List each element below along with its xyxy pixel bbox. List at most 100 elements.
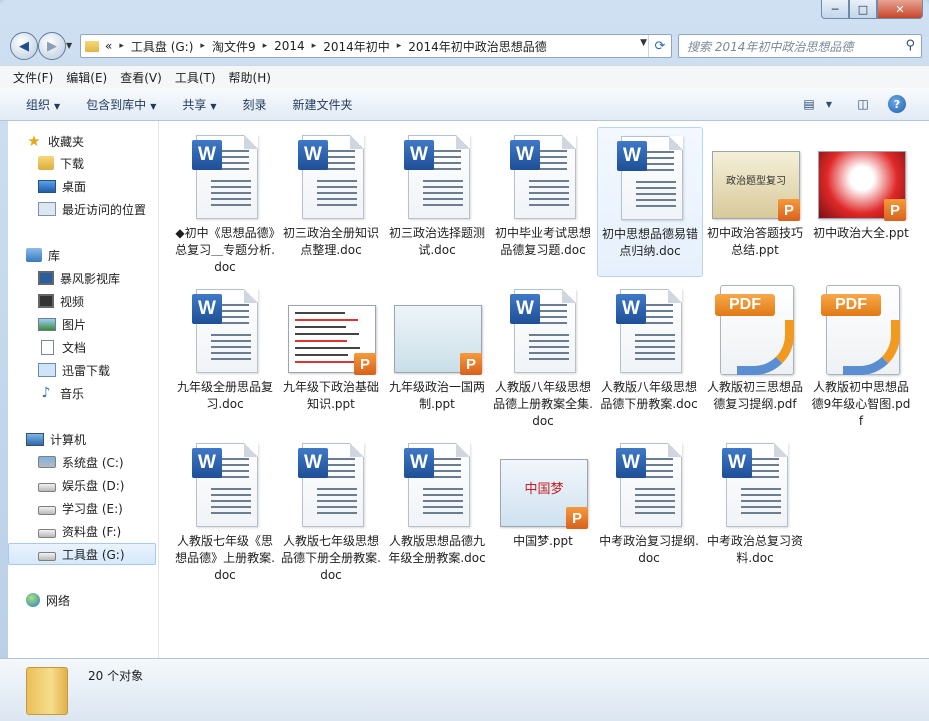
breadcrumb-separator[interactable]: ▸ xyxy=(263,41,268,51)
drive-icon xyxy=(38,482,56,492)
download-library-icon xyxy=(38,363,56,377)
file-item[interactable]: W 中考政治总复习资料.doc xyxy=(703,435,807,583)
network-icon xyxy=(26,593,40,607)
close-button[interactable]: ✕ xyxy=(877,0,923,19)
preview-pane-icon[interactable]: ◫ xyxy=(852,94,874,114)
file-name: 九年级全册思品复习.doc xyxy=(176,380,273,411)
forward-button[interactable]: ▶ xyxy=(38,32,66,60)
include-library-label: 包含到库中 xyxy=(86,97,147,112)
slide-title: 中国梦 xyxy=(524,482,564,497)
file-item[interactable]: P 九年级下政治基础知识.ppt xyxy=(279,281,383,429)
doc-file-icon: W xyxy=(286,131,376,221)
breadcrumb-overflow[interactable]: « xyxy=(105,39,112,53)
file-item[interactable]: W ◆初中《思想品德》总复习＿专题分析.doc xyxy=(173,127,277,275)
file-name: 九年级政治一国两制.ppt xyxy=(388,380,485,411)
powerpoint-badge-icon: P xyxy=(884,199,906,221)
minimize-button[interactable]: ─ xyxy=(821,0,849,19)
file-item[interactable]: W 九年级全册思品复习.doc xyxy=(173,281,277,429)
menu-edit[interactable]: 编辑(E) xyxy=(66,69,107,86)
breadcrumb-separator[interactable]: ▸ xyxy=(397,41,402,51)
file-item[interactable]: W 中考政治复习提纲.doc xyxy=(597,435,701,583)
sidebar-network[interactable]: 网络 xyxy=(26,590,174,610)
sidebar-label: 娱乐盘 (D:) xyxy=(62,478,125,493)
breadcrumb-separator[interactable]: ▸ xyxy=(119,41,124,51)
menu-view[interactable]: 查看(V) xyxy=(120,69,162,86)
new-folder-button[interactable]: 新建文件夹 xyxy=(293,96,353,113)
breadcrumb-separator[interactable]: ▸ xyxy=(312,41,317,51)
refresh-icon[interactable]: ⟳ xyxy=(648,35,671,57)
sidebar-favorites[interactable]: ★ 收藏夹 xyxy=(26,131,174,151)
file-item[interactable]: PDF 人教版初中思想品德9年级心智图.pdf xyxy=(809,281,913,429)
file-item[interactable]: W 初三政治全册知识点整理.doc xyxy=(279,127,383,275)
menu-bar: 文件(F) 编辑(E) 查看(V) 工具(T) 帮助(H) xyxy=(0,65,929,88)
file-name: 人教版八年级思想品德上册教案全集.doc xyxy=(493,380,593,428)
file-item[interactable]: W 人教版思想品德九年级全册教案.doc xyxy=(385,435,489,583)
breadcrumb-item[interactable]: 淘文件9 xyxy=(212,38,256,55)
file-item[interactable]: P 九年级政治一国两制.ppt xyxy=(385,281,489,429)
doc-file-icon: W xyxy=(180,131,270,221)
file-item[interactable]: W 人教版七年级《思想品德》上册教案.doc xyxy=(173,435,277,583)
file-name: 人教版初三思想品德复习提纲.pdf xyxy=(706,380,803,411)
breadcrumb-item[interactable]: 2014年初中 xyxy=(323,38,390,55)
address-history-dropdown[interactable]: ▼ xyxy=(640,38,647,48)
search-icon[interactable]: ⚲ xyxy=(905,38,915,53)
recent-pages-dropdown[interactable]: ▼ xyxy=(66,41,72,50)
file-item[interactable]: P 初中政治大全.ppt xyxy=(809,127,913,275)
chevron-down-icon: ▼ xyxy=(54,101,61,111)
sidebar-label: 下载 xyxy=(60,156,85,171)
address-bar[interactable]: « ▸ 工具盘 (G:) ▸ 淘文件9 ▸ 2014 ▸ 2014年初中 ▸ 2… xyxy=(80,34,672,58)
view-dropdown-icon[interactable]: ▼ xyxy=(818,94,840,114)
file-item[interactable]: 政治题型复习 P 初中政治答题技巧总结.ppt xyxy=(703,127,807,275)
word-badge-icon: W xyxy=(404,448,434,478)
file-item[interactable]: 中国梦 P 中国梦.ppt xyxy=(491,435,595,583)
breadcrumb-item[interactable]: 2014年初中政治思想品德 xyxy=(408,38,547,55)
word-badge-icon: W xyxy=(617,141,647,171)
picture-icon xyxy=(38,317,56,331)
back-button[interactable]: ◀ xyxy=(10,32,38,60)
file-item[interactable]: W 人教版七年级思想品德下册全册教案.doc xyxy=(279,435,383,583)
powerpoint-badge-icon: P xyxy=(354,353,376,375)
sidebar-libraries[interactable]: 库 xyxy=(26,245,174,265)
file-item[interactable]: W 初中毕业考试思想品德复习题.doc xyxy=(491,127,595,275)
breadcrumb: « ▸ 工具盘 (G:) ▸ 淘文件9 ▸ 2014 ▸ 2014年初中 ▸ 2… xyxy=(105,38,547,55)
file-item[interactable]: W 人教版八年级思想品德上册教案全集.doc xyxy=(491,281,595,429)
breadcrumb-separator[interactable]: ▸ xyxy=(200,41,205,51)
word-badge-icon: W xyxy=(192,294,222,324)
slide-title: 政治题型复习 xyxy=(726,176,786,187)
menu-file[interactable]: 文件(F) xyxy=(13,69,53,86)
sidebar-label: 库 xyxy=(48,248,61,263)
breadcrumb-item[interactable]: 2014 xyxy=(274,39,305,53)
breadcrumb-item[interactable]: 工具盘 (G:) xyxy=(131,38,194,55)
word-badge-icon: W xyxy=(510,140,540,170)
include-library-button[interactable]: 包含到库中 ▼ xyxy=(86,96,156,113)
word-badge-icon: W xyxy=(722,448,752,478)
menu-tools[interactable]: 工具(T) xyxy=(175,69,216,86)
menu-help[interactable]: 帮助(H) xyxy=(229,69,271,86)
file-name: 中国梦.ppt xyxy=(513,534,573,548)
file-name: 人教版七年级思想品德下册全册教案.doc xyxy=(281,534,381,582)
help-button[interactable]: ? xyxy=(886,94,908,114)
navigation-pane: ★ 收藏夹 下载 桌面 最近访问的位置 库 暴风影视库 视频 图片 文档 迅雷下载… xyxy=(8,121,159,658)
computer-icon xyxy=(26,432,44,446)
file-item[interactable]: W 人教版八年级思想品德下册教案.doc xyxy=(597,281,701,429)
file-item[interactable]: W 初中思想品德易错点归纳.doc xyxy=(597,127,703,277)
doc-file-icon: W xyxy=(498,131,588,221)
share-label: 共享 xyxy=(182,97,207,112)
window-controls: ─ □ ✕ xyxy=(821,0,923,19)
view-options-icon[interactable]: ▤ xyxy=(798,94,820,114)
file-name: 初中毕业考试思想品德复习题.doc xyxy=(494,226,591,257)
system-drive-icon xyxy=(38,456,56,468)
share-button[interactable]: 共享 ▼ xyxy=(182,96,216,113)
sidebar-computer[interactable]: 计算机 xyxy=(26,429,174,449)
maximize-button[interactable]: □ xyxy=(849,0,877,19)
word-badge-icon: W xyxy=(192,448,222,478)
sidebar-label: 工具盘 (G:) xyxy=(62,547,125,562)
explorer-window: ─ □ ✕ ◀ ▶ ▼ « ▸ 工具盘 (G:) ▸ 淘文件9 ▸ 2014 ▸… xyxy=(0,0,929,721)
file-item[interactable]: W 初三政治选择题测试.doc xyxy=(385,127,489,275)
ppt-file-icon: P xyxy=(392,285,482,375)
organize-button[interactable]: 组织 ▼ xyxy=(26,96,60,113)
sidebar-item-drive-g[interactable]: 工具盘 (G:) xyxy=(8,543,156,565)
search-input[interactable]: 搜索 2014年初中政治思想品德 ⚲ xyxy=(678,34,922,58)
file-item[interactable]: PDF 人教版初三思想品德复习提纲.pdf xyxy=(703,281,807,429)
burn-button[interactable]: 刻录 xyxy=(243,96,267,113)
